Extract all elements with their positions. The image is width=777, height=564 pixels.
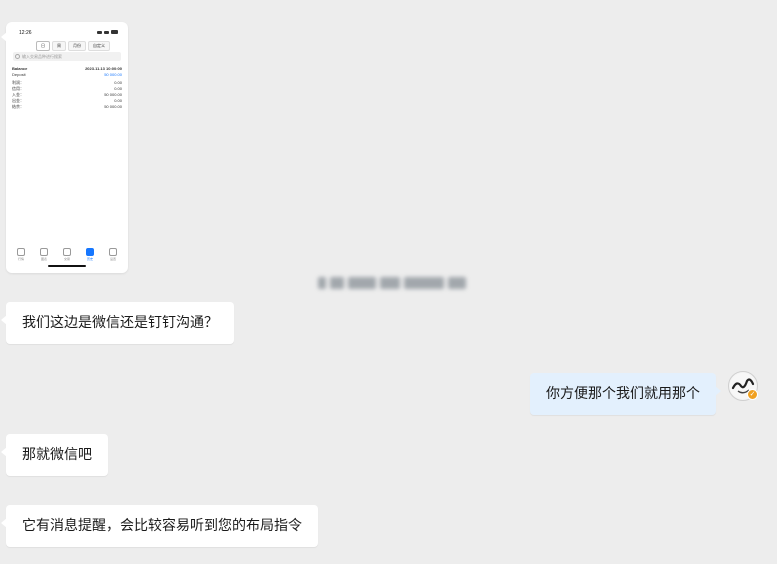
nav-label: 图表	[40, 257, 47, 261]
image-message[interactable]: 12:26 日 周 月份 自定义 输入交易品种进行搜索 Balance 2023…	[1, 22, 128, 273]
nav-settings: 设置	[104, 248, 122, 261]
row-label: Deposit	[12, 72, 26, 77]
message-text: 你方便那个我们就用那个	[546, 386, 700, 402]
search-bar: 输入交易品种进行搜索	[13, 52, 121, 61]
signal-icon	[97, 30, 102, 34]
row-label: 结余：	[12, 104, 24, 109]
balance-row: 结余： 50 000.00	[12, 104, 122, 110]
trade-icon	[63, 248, 71, 256]
tab-custom: 自定义	[88, 41, 110, 51]
wifi-icon	[104, 30, 109, 34]
nav-label: 行情	[17, 257, 24, 261]
history-icon	[86, 248, 94, 256]
phone-screenshot: 12:26 日 周 月份 自定义 输入交易品种进行搜索 Balance 2023…	[6, 22, 128, 273]
tab-month: 月份	[68, 41, 86, 51]
balance-date: 2023.11.13 10:00:00	[85, 66, 122, 71]
quotes-icon	[17, 248, 25, 256]
settings-icon	[109, 248, 117, 256]
battery-icon	[111, 30, 118, 34]
row-value: 50 000.00	[104, 72, 122, 77]
balance-title: Balance	[12, 66, 28, 71]
nav-history: 历史	[81, 248, 99, 261]
blurred-system-notice	[318, 272, 466, 294]
tab-day: 日	[36, 41, 50, 51]
nav-label: 交易	[63, 257, 70, 261]
balance-header-row: Balance 2023.11.13 10:00:00	[12, 66, 122, 71]
message-bubble-left[interactable]: 我们这边是微信还是钉钉沟通？	[1, 302, 234, 344]
message-bubble-right[interactable]: 你方便那个我们就用那个	[530, 373, 721, 415]
home-indicator	[48, 265, 86, 267]
status-time: 12:26	[19, 30, 32, 36]
period-tabs: 日 周 月份 自定义	[36, 41, 110, 51]
message-bubble-left[interactable]: 那就微信吧	[1, 434, 108, 476]
nav-label: 历史	[86, 257, 93, 261]
nav-label: 设置	[109, 257, 116, 261]
chart-icon	[40, 248, 48, 256]
tab-week: 周	[52, 41, 66, 51]
status-icons	[97, 30, 118, 34]
search-icon	[15, 54, 20, 59]
nav-trade: 交易	[58, 248, 76, 261]
row-value: 50 000.00	[104, 104, 122, 109]
message-bubble-left[interactable]: 它有消息提醒，会比较容易听到您的布局指令	[1, 505, 318, 547]
message-text: 它有消息提醒，会比较容易听到您的布局指令	[22, 518, 302, 534]
bottom-nav: 行情 图表 交易 历史 设置	[12, 248, 122, 261]
deposit-row: Deposit 50 000.00	[12, 72, 122, 77]
nav-quotes: 行情	[12, 248, 30, 261]
message-text: 那就微信吧	[22, 447, 92, 463]
message-text: 我们这边是微信还是钉钉沟通？	[22, 315, 218, 331]
search-placeholder: 输入交易品种进行搜索	[22, 54, 62, 59]
verified-badge-icon: ✓	[747, 389, 758, 400]
nav-chart: 图表	[35, 248, 53, 261]
